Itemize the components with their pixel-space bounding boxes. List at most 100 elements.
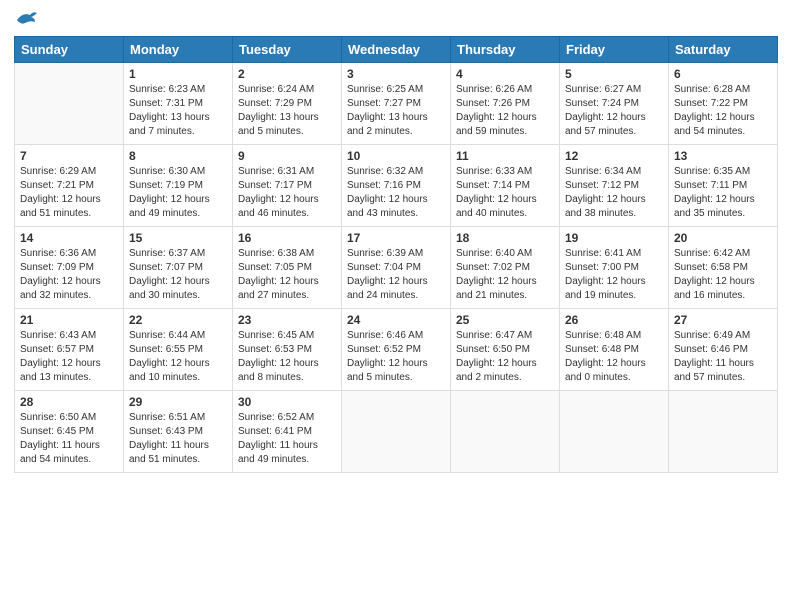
day-info-line: Daylight: 12 hours — [674, 275, 772, 289]
day-info-line: Sunrise: 6:39 AM — [347, 247, 445, 261]
day-info-line: Sunset: 6:41 PM — [238, 425, 336, 439]
calendar-week-2: 7Sunrise: 6:29 AMSunset: 7:21 PMDaylight… — [15, 145, 778, 227]
day-info-line: Sunset: 6:52 PM — [347, 343, 445, 357]
calendar-cell[interactable]: 24Sunrise: 6:46 AMSunset: 6:52 PMDayligh… — [342, 309, 451, 391]
day-info: Sunrise: 6:30 AMSunset: 7:19 PMDaylight:… — [129, 165, 227, 221]
day-number: 6 — [674, 67, 772, 81]
calendar-cell[interactable]: 8Sunrise: 6:30 AMSunset: 7:19 PMDaylight… — [124, 145, 233, 227]
day-info-line: Daylight: 12 hours — [347, 357, 445, 371]
day-info-line: Sunset: 7:29 PM — [238, 97, 336, 111]
calendar-cell[interactable]: 6Sunrise: 6:28 AMSunset: 7:22 PMDaylight… — [669, 63, 778, 145]
day-number: 26 — [565, 313, 663, 327]
calendar-cell[interactable]: 16Sunrise: 6:38 AMSunset: 7:05 PMDayligh… — [233, 227, 342, 309]
day-info-line: Sunset: 7:11 PM — [674, 179, 772, 193]
day-info-line: Daylight: 12 hours — [20, 275, 118, 289]
calendar-header-wednesday: Wednesday — [342, 37, 451, 63]
calendar-cell[interactable]: 9Sunrise: 6:31 AMSunset: 7:17 PMDaylight… — [233, 145, 342, 227]
calendar-cell[interactable]: 19Sunrise: 6:41 AMSunset: 7:00 PMDayligh… — [560, 227, 669, 309]
day-info-line: Sunrise: 6:28 AM — [674, 83, 772, 97]
day-info-line: Daylight: 11 hours — [129, 439, 227, 453]
day-info-line: Daylight: 12 hours — [238, 193, 336, 207]
day-info-line: Daylight: 12 hours — [129, 357, 227, 371]
calendar-cell[interactable]: 3Sunrise: 6:25 AMSunset: 7:27 PMDaylight… — [342, 63, 451, 145]
calendar-cell[interactable] — [560, 391, 669, 473]
calendar-cell[interactable]: 11Sunrise: 6:33 AMSunset: 7:14 PMDayligh… — [451, 145, 560, 227]
day-info-line: Sunset: 6:53 PM — [238, 343, 336, 357]
calendar-cell[interactable]: 30Sunrise: 6:52 AMSunset: 6:41 PMDayligh… — [233, 391, 342, 473]
calendar-week-1: 1Sunrise: 6:23 AMSunset: 7:31 PMDaylight… — [15, 63, 778, 145]
day-info-line: Sunset: 6:48 PM — [565, 343, 663, 357]
calendar-cell[interactable] — [451, 391, 560, 473]
calendar-cell[interactable]: 4Sunrise: 6:26 AMSunset: 7:26 PMDaylight… — [451, 63, 560, 145]
day-number: 7 — [20, 149, 118, 163]
day-number: 28 — [20, 395, 118, 409]
day-info-line: Sunset: 7:05 PM — [238, 261, 336, 275]
day-info-line: Sunrise: 6:38 AM — [238, 247, 336, 261]
calendar-cell[interactable]: 18Sunrise: 6:40 AMSunset: 7:02 PMDayligh… — [451, 227, 560, 309]
day-info-line: Sunrise: 6:30 AM — [129, 165, 227, 179]
day-info-line: Sunrise: 6:47 AM — [456, 329, 554, 343]
day-info-line: Daylight: 11 hours — [674, 357, 772, 371]
day-number: 18 — [456, 231, 554, 245]
calendar-cell[interactable]: 2Sunrise: 6:24 AMSunset: 7:29 PMDaylight… — [233, 63, 342, 145]
day-info-line: Sunset: 7:00 PM — [565, 261, 663, 275]
calendar-cell[interactable]: 7Sunrise: 6:29 AMSunset: 7:21 PMDaylight… — [15, 145, 124, 227]
calendar-cell[interactable] — [15, 63, 124, 145]
day-info-line: Daylight: 12 hours — [238, 275, 336, 289]
day-info-line: and 59 minutes. — [456, 125, 554, 139]
day-number: 2 — [238, 67, 336, 81]
calendar-header-saturday: Saturday — [669, 37, 778, 63]
calendar-header-row: SundayMondayTuesdayWednesdayThursdayFrid… — [15, 37, 778, 63]
day-info-line: Sunrise: 6:27 AM — [565, 83, 663, 97]
day-number: 13 — [674, 149, 772, 163]
calendar-cell[interactable]: 23Sunrise: 6:45 AMSunset: 6:53 PMDayligh… — [233, 309, 342, 391]
calendar-cell[interactable]: 28Sunrise: 6:50 AMSunset: 6:45 PMDayligh… — [15, 391, 124, 473]
page-container: SundayMondayTuesdayWednesdayThursdayFrid… — [0, 0, 792, 612]
day-info-line: Sunrise: 6:50 AM — [20, 411, 118, 425]
calendar-cell[interactable]: 14Sunrise: 6:36 AMSunset: 7:09 PMDayligh… — [15, 227, 124, 309]
calendar-cell[interactable]: 22Sunrise: 6:44 AMSunset: 6:55 PMDayligh… — [124, 309, 233, 391]
calendar-cell[interactable]: 20Sunrise: 6:42 AMSunset: 6:58 PMDayligh… — [669, 227, 778, 309]
calendar-cell[interactable]: 21Sunrise: 6:43 AMSunset: 6:57 PMDayligh… — [15, 309, 124, 391]
calendar-cell[interactable]: 15Sunrise: 6:37 AMSunset: 7:07 PMDayligh… — [124, 227, 233, 309]
day-info-line: Sunset: 7:07 PM — [129, 261, 227, 275]
calendar-cell[interactable]: 25Sunrise: 6:47 AMSunset: 6:50 PMDayligh… — [451, 309, 560, 391]
day-info-line: and 5 minutes. — [238, 125, 336, 139]
calendar-cell[interactable]: 5Sunrise: 6:27 AMSunset: 7:24 PMDaylight… — [560, 63, 669, 145]
calendar-week-4: 21Sunrise: 6:43 AMSunset: 6:57 PMDayligh… — [15, 309, 778, 391]
day-info-line: Sunrise: 6:32 AM — [347, 165, 445, 179]
day-info-line: Daylight: 12 hours — [565, 111, 663, 125]
day-info: Sunrise: 6:39 AMSunset: 7:04 PMDaylight:… — [347, 247, 445, 303]
calendar-cell[interactable]: 17Sunrise: 6:39 AMSunset: 7:04 PMDayligh… — [342, 227, 451, 309]
day-info-line: and 40 minutes. — [456, 207, 554, 221]
day-info-line: Sunrise: 6:51 AM — [129, 411, 227, 425]
day-number: 11 — [456, 149, 554, 163]
calendar-cell[interactable] — [669, 391, 778, 473]
calendar-cell[interactable]: 29Sunrise: 6:51 AMSunset: 6:43 PMDayligh… — [124, 391, 233, 473]
day-info-line: and 13 minutes. — [20, 371, 118, 385]
calendar-cell[interactable]: 26Sunrise: 6:48 AMSunset: 6:48 PMDayligh… — [560, 309, 669, 391]
day-number: 20 — [674, 231, 772, 245]
day-info-line: Sunrise: 6:23 AM — [129, 83, 227, 97]
day-info-line: Sunset: 6:55 PM — [129, 343, 227, 357]
day-info: Sunrise: 6:35 AMSunset: 7:11 PMDaylight:… — [674, 165, 772, 221]
calendar-cell[interactable]: 13 Sunrise: 6:35 AMSunset: 7:11 PMDayligh… — [669, 145, 778, 227]
day-info-line: and 35 minutes. — [674, 207, 772, 221]
day-info-line: Sunrise: 6:24 AM — [238, 83, 336, 97]
day-info-line: and 54 minutes. — [20, 453, 118, 467]
calendar-cell[interactable]: 1Sunrise: 6:23 AMSunset: 7:31 PMDaylight… — [124, 63, 233, 145]
day-info-line: and 8 minutes. — [238, 371, 336, 385]
calendar-cell[interactable]: 27Sunrise: 6:49 AMSunset: 6:46 PMDayligh… — [669, 309, 778, 391]
day-info-line: Daylight: 13 hours — [347, 111, 445, 125]
calendar-cell[interactable] — [342, 391, 451, 473]
day-info-line: and 7 minutes. — [129, 125, 227, 139]
day-info-line: Sunset: 6:57 PM — [20, 343, 118, 357]
day-number: 23 — [238, 313, 336, 327]
calendar-cell[interactable]: 12Sunrise: 6:34 AMSunset: 7:12 PMDayligh… — [560, 145, 669, 227]
logo-bird-icon — [15, 10, 37, 28]
day-info-line: Sunset: 6:46 PM — [674, 343, 772, 357]
day-info-line: and 57 minutes. — [674, 371, 772, 385]
calendar-cell[interactable]: 10Sunrise: 6:32 AMSunset: 7:16 PMDayligh… — [342, 145, 451, 227]
day-info-line: Sunset: 7:31 PM — [129, 97, 227, 111]
day-info-line: Daylight: 11 hours — [238, 439, 336, 453]
